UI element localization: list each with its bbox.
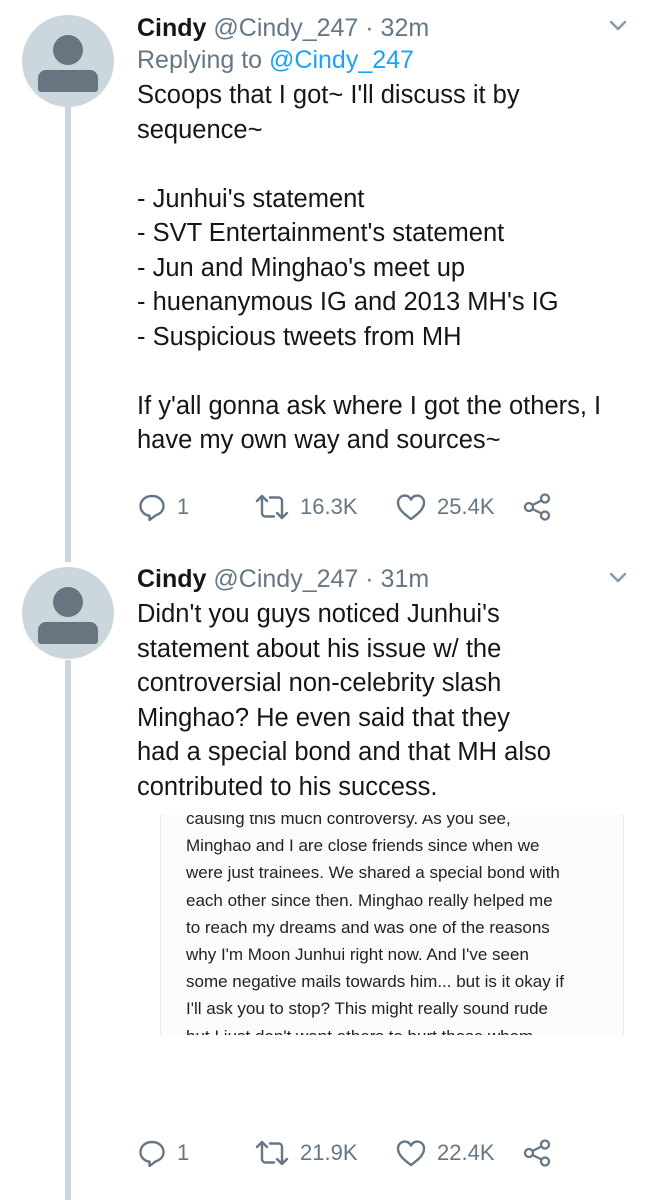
share-button[interactable]: [522, 492, 552, 522]
like-icon: [396, 494, 426, 521]
tweet-header: Cindy @Cindy_247 · 32m: [137, 12, 627, 44]
reply-icon: [139, 494, 165, 522]
thread-line: [65, 100, 71, 562]
replying-to: Replying to @Cindy_247: [137, 44, 627, 76]
image-statement-text: causing this much controversy. As you se…: [186, 815, 564, 1035]
retweet-icon: [255, 1140, 289, 1166]
reply-icon: [139, 1140, 165, 1168]
tweet-text: Scoops that I got~ I'll discuss it by se…: [137, 81, 602, 454]
retweet-button[interactable]: 16.3K: [254, 492, 358, 522]
share-button[interactable]: [522, 1138, 552, 1168]
reply-count: 1: [177, 1140, 190, 1165]
like-button[interactable]: 22.4K: [395, 1138, 495, 1168]
like-icon: [396, 1140, 426, 1167]
tweet-actions: 1 21.9K 22.4K: [137, 1138, 617, 1178]
avatar[interactable]: [22, 15, 114, 107]
reply-button[interactable]: 1: [137, 492, 189, 522]
reply-button[interactable]: 1: [137, 1138, 189, 1168]
display-name[interactable]: Cindy: [137, 14, 206, 42]
like-button[interactable]: 25.4K: [395, 492, 495, 522]
timestamp[interactable]: · 31m: [365, 565, 429, 593]
share-icon: [523, 493, 551, 521]
tweet-header: Cindy @Cindy_247 · 31m: [137, 563, 627, 595]
thread-line: [65, 660, 71, 1200]
like-count: 22.4K: [437, 1140, 495, 1165]
user-handle[interactable]: @Cindy_247: [213, 565, 358, 593]
avatar[interactable]: [22, 567, 114, 659]
reply-count: 1: [177, 494, 190, 519]
replying-label: Replying to: [137, 46, 263, 74]
retweet-button[interactable]: 21.9K: [254, 1138, 358, 1168]
tweet[interactable]: Cindy @Cindy_247 · 32m Replying to @Cind…: [137, 12, 627, 458]
retweet-icon: [255, 494, 289, 520]
tweet[interactable]: Cindy @Cindy_247 · 31m Didn't you guys n…: [137, 563, 627, 804]
retweet-count: 21.9K: [300, 1140, 358, 1165]
display-name[interactable]: Cindy: [137, 565, 206, 593]
tweet-text: Didn't you guys noticed Junhui's stateme…: [137, 600, 551, 801]
user-handle[interactable]: @Cindy_247: [213, 14, 358, 42]
tweet-actions: 1 16.3K 25.4K: [137, 492, 617, 532]
tweet-image[interactable]: causing this much controversy. As you se…: [160, 815, 624, 1035]
like-count: 25.4K: [437, 494, 495, 519]
share-icon: [523, 1139, 551, 1167]
retweet-count: 16.3K: [300, 494, 358, 519]
reply-mention-link[interactable]: @Cindy_247: [269, 46, 414, 74]
timestamp[interactable]: · 32m: [365, 14, 429, 42]
